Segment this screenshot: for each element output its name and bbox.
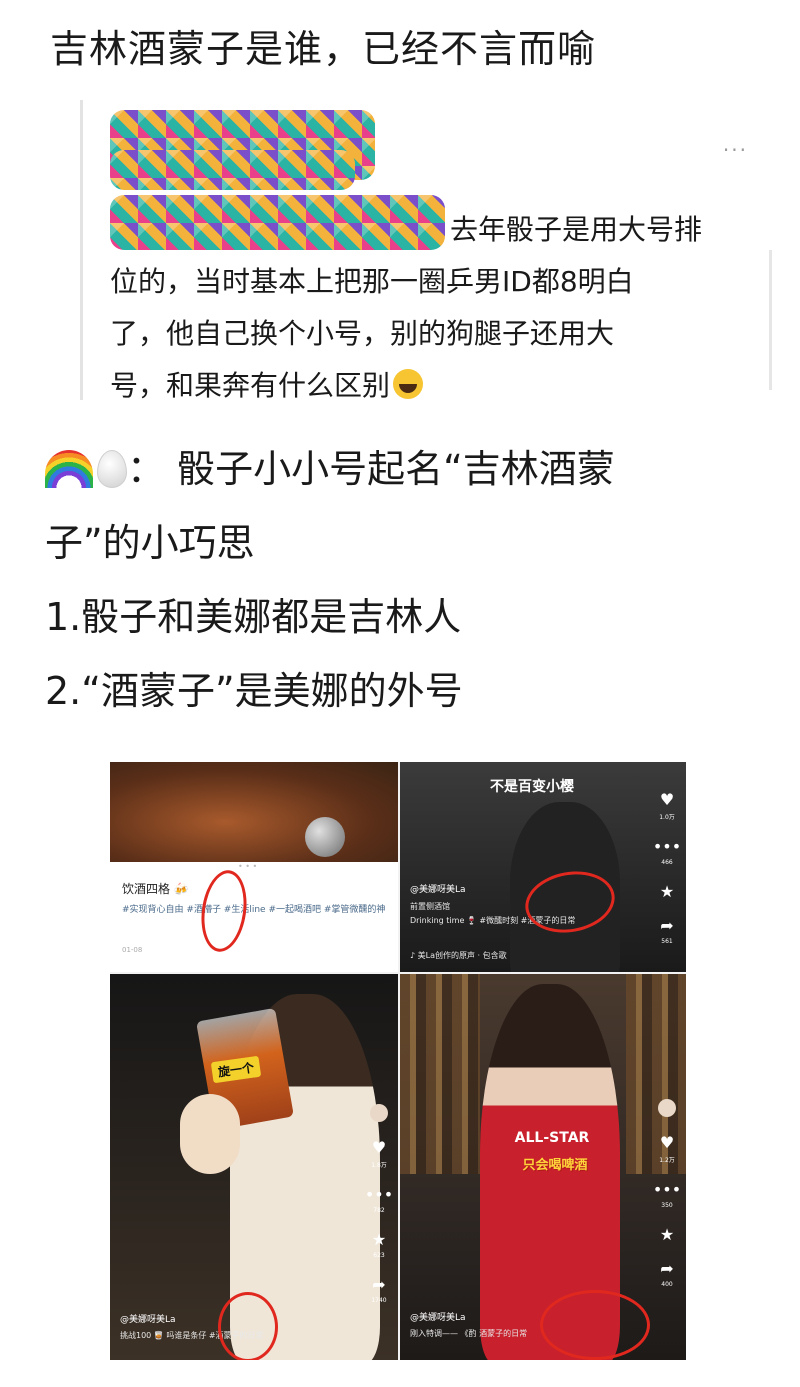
comment-count: 350 — [661, 1202, 673, 1209]
video-caption: 只会喝啤酒 — [522, 1158, 588, 1173]
quote-text: 去年骰子是用大号排 位的，当时基本上把那一圈乒男ID都8明白 了，他自己换个小号… — [110, 204, 770, 412]
share-icon[interactable]: ➦ — [660, 918, 673, 934]
like-count: 1.0万 — [659, 814, 675, 821]
annotation-circle — [540, 1290, 650, 1360]
hand-shape — [180, 1094, 240, 1174]
jersey-text: ALL-STAR — [514, 1130, 590, 1146]
avatar[interactable] — [658, 1099, 676, 1117]
share-icon[interactable]: ➦ — [372, 1277, 385, 1293]
quote-line: 去年骰子是用大号排 — [450, 213, 703, 246]
comment-icon[interactable]: ••• — [365, 1187, 393, 1203]
action-rail: ♥ 1.0万 ••• 466 ★ ➦ 561 — [653, 792, 681, 946]
hotpot-photo — [110, 762, 398, 862]
comment-count: 782 — [373, 1207, 385, 1214]
body-line: 子”的小巧思 — [45, 521, 255, 565]
quote-line: 号，和果奔有什么区别 — [110, 369, 391, 402]
bar-shelf — [400, 974, 480, 1174]
body-line: 2.“酒蒙子”是美娜的外号 — [45, 669, 463, 713]
egg-icon — [97, 450, 127, 488]
laughing-face-icon — [393, 369, 424, 399]
heart-icon[interactable]: ♥ — [660, 1135, 674, 1151]
share-count: 400 — [661, 1281, 673, 1288]
comment-icon[interactable]: ••• — [653, 1182, 681, 1198]
video-author[interactable]: @美娜呀美La — [120, 1312, 176, 1325]
annotation-circle — [196, 867, 252, 955]
action-rail: ♥ 1.8万 ••• 782 ★ 623 ➦ 1740 — [365, 1104, 393, 1304]
rainbow-icon — [45, 450, 93, 488]
quote-line: 位的，当时基本上把那一圈乒男ID都8明白 — [110, 265, 634, 298]
share-count: 1740 — [371, 1297, 387, 1304]
star-icon[interactable]: ★ — [372, 1232, 386, 1248]
quote-line: 了，他自己换个小号，别的狗腿子还用大 — [110, 317, 615, 350]
collage-panel-video-1[interactable]: 不是百变小樱 ♥ 1.0万 ••• 466 ★ ➦ 561 @美娜呀美La 前置侧酒馆… — [400, 762, 686, 972]
post-body: ： 骰子小小号起名“吉林酒蒙 子”的小巧思 1.骰子和美娜都是吉林人 2.“酒蒙… — [45, 432, 775, 728]
action-rail: ♥ 1.2万 ••• 350 ★ ➦ 400 — [653, 1099, 681, 1288]
collage-panel-video-2[interactable]: 旋一个 ♥ 1.8万 ••• 782 ★ 623 ➦ 1740 @美娜呀美La 挑战10… — [110, 974, 398, 1360]
quoted-comment[interactable]: ··· 去年骰子是用大号排 位的，当时基本上把那一圈乒男ID都8明白 了，他自己… — [80, 100, 780, 402]
censor-mosaic — [110, 150, 355, 190]
share-icon[interactable]: ➦ — [660, 1261, 673, 1277]
video-author[interactable]: @美娜呀美La — [410, 1310, 466, 1323]
star-icon[interactable]: ★ — [660, 884, 674, 900]
screenshot-collage[interactable]: • • • 饮酒四格 🍻 #实现背心自由 #酒懵子 #生活line #一起喝酒吧… — [110, 762, 686, 1360]
share-count: 561 — [661, 938, 673, 945]
music-line[interactable]: ♪ 美La创作的原声 · 包含歌 — [410, 950, 630, 961]
body-line: ： 骰子小小号起名“吉林酒蒙 — [127, 447, 615, 491]
note-title: 饮酒四格 🍻 — [122, 882, 189, 896]
like-count: 1.8万 — [371, 1162, 387, 1169]
heart-icon[interactable]: ♥ — [372, 1140, 386, 1156]
post-title: 吉林酒蒙子是谁，已经不言而喻 — [50, 27, 597, 71]
heart-icon[interactable]: ♥ — [660, 792, 674, 808]
note-tags[interactable]: #实现背心自由 #酒懵子 #生活line #一起喝酒吧 #掌管微醺的神 — [122, 902, 390, 919]
collage-panel-food-post[interactable]: • • • 饮酒四格 🍻 #实现背心自由 #酒懵子 #生活line #一起喝酒吧… — [110, 762, 398, 972]
star-count: 623 — [373, 1252, 385, 1259]
like-count: 1.2万 — [659, 1157, 675, 1164]
more-icon[interactable]: ··· — [723, 138, 748, 162]
video-author[interactable]: @美娜呀美La — [410, 882, 466, 895]
comment-count: 466 — [661, 859, 673, 866]
bowl-shape — [305, 817, 345, 857]
body-line: 1.骰子和美娜都是吉林人 — [45, 595, 462, 639]
carousel-dots: • • • — [238, 862, 258, 871]
video-overlay-text: 不是百变小樱 — [490, 779, 574, 795]
annotation-circle — [218, 1292, 278, 1360]
comment-icon[interactable]: ••• — [653, 839, 681, 855]
note-date: 01-08 — [122, 946, 143, 954]
star-icon[interactable]: ★ — [660, 1227, 674, 1243]
collage-panel-video-3[interactable]: ALL-STAR 只会喝啤酒 ♥ 1.2万 ••• 350 ★ ➦ 400 @美娜呀美… — [400, 974, 686, 1360]
avatar[interactable] — [370, 1104, 388, 1122]
